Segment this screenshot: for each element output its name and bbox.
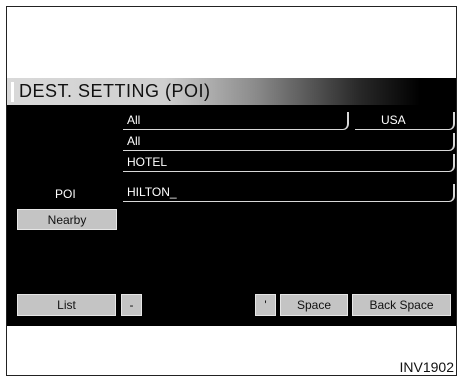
navigation-screen: DEST. SETTING (POI) All USA All HOTEL PO… <box>7 78 456 326</box>
poi-name-field[interactable]: HILTON_ <box>123 184 455 202</box>
back-space-button[interactable]: Back Space <box>352 294 451 316</box>
screen-frame: DEST. SETTING (POI) All USA All HOTEL PO… <box>6 6 457 376</box>
list-button[interactable]: List <box>17 294 116 316</box>
country-field-value: USA <box>381 113 406 127</box>
title-bar: DEST. SETTING (POI) <box>7 78 456 105</box>
state-field[interactable]: All <box>123 112 349 130</box>
apostrophe-key[interactable]: ' <box>255 294 276 316</box>
title-accent <box>11 82 14 102</box>
poi-name-field-value: HILTON_ <box>127 185 177 199</box>
dash-key[interactable]: - <box>121 294 142 316</box>
space-button[interactable]: Space <box>280 294 348 316</box>
state-field-value: All <box>127 113 141 127</box>
city-field[interactable]: All <box>123 133 455 151</box>
country-field[interactable]: USA <box>355 112 455 130</box>
city-field-value: All <box>127 134 141 148</box>
poi-label: POI <box>55 187 76 201</box>
screen-title: DEST. SETTING (POI) <box>19 81 211 101</box>
category-field-value: HOTEL <box>127 155 168 169</box>
figure-reference: INV1902 <box>399 359 454 375</box>
category-field[interactable]: HOTEL <box>123 154 455 172</box>
nearby-button[interactable]: Nearby <box>17 209 117 230</box>
